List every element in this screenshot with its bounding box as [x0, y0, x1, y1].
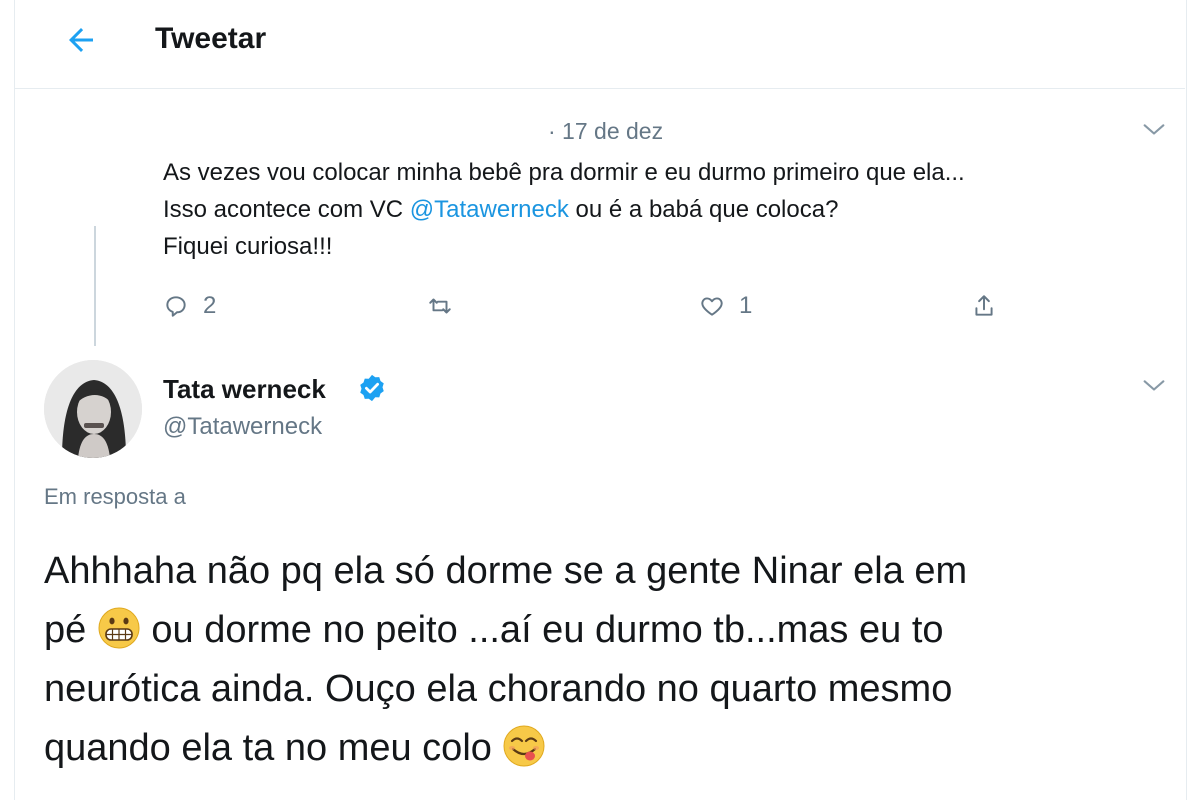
parent-tweet-line-3: Fiquei curiosa!!! — [163, 233, 333, 260]
face-savoring-food-emoji-icon — [502, 724, 546, 768]
tweet-page: Tweetar · 17 de dez As vezes vou colocar… — [0, 0, 1200, 800]
reply-line-3: neurótica ainda. Ouço ela chorando no qu… — [44, 668, 953, 710]
parent-tweet-line-2-start: Isso acontece com VC — [163, 196, 410, 223]
arrow-left-icon — [69, 28, 93, 52]
reply-button[interactable]: 2 — [163, 284, 216, 328]
reply-line-2: pé ou dorme no peito ...aí eu durmo tb..… — [44, 601, 1164, 660]
parent-tweet-actions: 2 1 — [163, 284, 1063, 328]
page-title: Tweetar — [155, 22, 267, 55]
share-icon — [975, 295, 993, 316]
chevron-down-icon — [1143, 380, 1165, 391]
profile-photo-icon — [44, 360, 142, 458]
column-border-right — [1186, 0, 1187, 800]
like-button[interactable]: 1 — [699, 284, 752, 328]
author-name[interactable]: Tata werneck — [163, 374, 326, 405]
page-header: Tweetar — [15, 0, 1185, 89]
reply-line-4: quando ela ta no meu colo — [44, 719, 1164, 778]
verified-badge-icon — [357, 373, 387, 403]
parent-tweet-date[interactable]: · 17 de dez — [548, 118, 663, 145]
parent-tweet-text: As vezes vou colocar minha bebê pra dorm… — [163, 154, 1163, 265]
parent-tweet-line-2: Isso acontece com VC @Tatawerneck ou é a… — [163, 191, 1163, 228]
parent-tweet-menu-button[interactable] — [1140, 116, 1176, 146]
column-border-left — [14, 0, 15, 800]
retweet-icon — [429, 298, 451, 314]
avatar[interactable] — [44, 360, 142, 458]
grimacing-face-emoji-icon — [97, 606, 141, 650]
retweet-button[interactable] — [427, 284, 453, 328]
reply-icon — [166, 296, 186, 317]
reply-count: 2 — [203, 292, 217, 319]
chevron-down-icon — [1143, 124, 1165, 135]
author-handle[interactable]: @Tatawerneck — [163, 413, 322, 441]
thread-connector-line — [94, 226, 96, 346]
like-count: 1 — [739, 292, 753, 319]
reply-line-1: Ahhhaha não pq ela só dorme se a gente N… — [44, 550, 968, 592]
reply-tweet-menu-button[interactable] — [1140, 372, 1176, 402]
reply-line-2-end: ou dorme no peito ...aí eu durmo tb...ma… — [140, 609, 944, 651]
reply-line-2-start: pé — [44, 609, 97, 651]
mention-link[interactable]: @Tatawerneck — [410, 196, 569, 223]
share-button[interactable] — [971, 284, 997, 328]
reply-tweet-text: Ahhhaha não pq ela só dorme se a gente N… — [44, 542, 1164, 778]
parent-tweet-line-1: As vezes vou colocar minha bebê pra dorm… — [163, 159, 965, 186]
reply-line-4-text: quando ela ta no meu colo — [44, 727, 503, 769]
back-button[interactable] — [59, 18, 103, 62]
like-icon — [701, 297, 723, 316]
in-reply-to-label: Em resposta a — [44, 484, 186, 509]
parent-tweet-line-2-end: ou é a babá que coloca? — [568, 196, 839, 223]
